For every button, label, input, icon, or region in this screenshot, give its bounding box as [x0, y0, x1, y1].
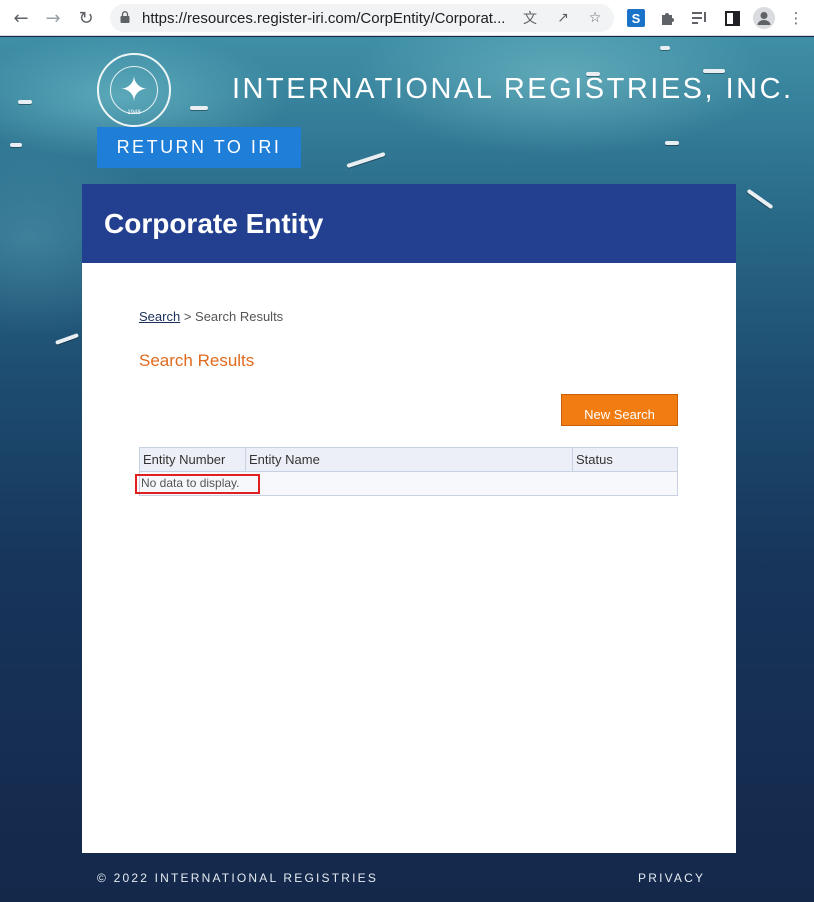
ship-image	[190, 106, 208, 110]
breadcrumb-search-link[interactable]: Search	[139, 309, 180, 324]
translate-icon[interactable]: 文	[520, 8, 540, 28]
ship-image	[346, 151, 386, 169]
bookmark-star-icon[interactable]: ☆	[585, 8, 605, 28]
forward-icon[interactable]: →	[40, 5, 66, 31]
url-text: https://resources.register-iri.com/CorpE…	[142, 10, 506, 27]
ship-image	[10, 143, 22, 147]
table-empty-row: No data to display.	[135, 472, 677, 495]
lock-icon	[120, 11, 130, 23]
share-icon[interactable]: ↗	[553, 8, 573, 28]
logo-compass: ✦	[110, 66, 158, 114]
svg-text:S: S	[632, 11, 641, 26]
ship-image	[746, 188, 774, 210]
section-title: Search Results	[139, 351, 255, 370]
breadcrumb-current: Search Results	[195, 309, 284, 324]
red-highlight-box	[135, 474, 260, 494]
panel-header: Corporate Entity	[82, 184, 736, 263]
address-bar[interactable]: https://resources.register-iri.com/CorpE…	[110, 4, 614, 32]
ship-image	[18, 100, 32, 104]
ship-image	[55, 333, 79, 345]
results-table: Entity Number Entity Name Status No data…	[135, 447, 678, 496]
new-search-button[interactable]: New Search	[561, 394, 678, 426]
browser-toolbar: ← → ↻ https://resources.register-iri.com…	[0, 0, 814, 36]
media-queue-icon[interactable]	[689, 7, 711, 29]
logo-year: 1948	[127, 110, 141, 116]
ship-image	[660, 46, 670, 50]
page-title: Corporate Entity	[104, 208, 324, 239]
panel-body: Search > Search Results Search Results N…	[82, 263, 736, 853]
back-icon[interactable]: ←	[8, 5, 34, 31]
menu-kebab-icon[interactable]: ⋮	[785, 7, 807, 29]
return-to-iri-button[interactable]: RETURN TO IRI	[97, 127, 301, 168]
brand-title: INTERNATIONAL REGISTRIES, INC.	[232, 73, 794, 105]
extensions-puzzle-icon[interactable]	[657, 7, 679, 29]
reload-icon[interactable]: ↻	[73, 5, 99, 31]
privacy-link[interactable]: PRIVACY	[638, 871, 705, 885]
table-header: Entity Number Entity Name Status	[140, 448, 677, 472]
column-header-status[interactable]: Status	[573, 448, 677, 471]
footer-copyright: © 2022 INTERNATIONAL REGISTRIES	[97, 871, 379, 885]
column-header-entity-name[interactable]: Entity Name	[246, 448, 573, 471]
compass-star-icon: ✦	[119, 70, 149, 110]
breadcrumb: Search > Search Results	[139, 309, 283, 324]
extension-s-icon[interactable]: S	[625, 7, 647, 29]
sidepanel-icon[interactable]	[721, 7, 743, 29]
ship-image	[665, 141, 679, 145]
iri-logo[interactable]: ✦ 1948	[97, 53, 171, 127]
profile-avatar-icon[interactable]	[753, 7, 775, 29]
breadcrumb-separator: >	[180, 309, 196, 324]
column-header-entity-number[interactable]: Entity Number	[140, 448, 246, 471]
